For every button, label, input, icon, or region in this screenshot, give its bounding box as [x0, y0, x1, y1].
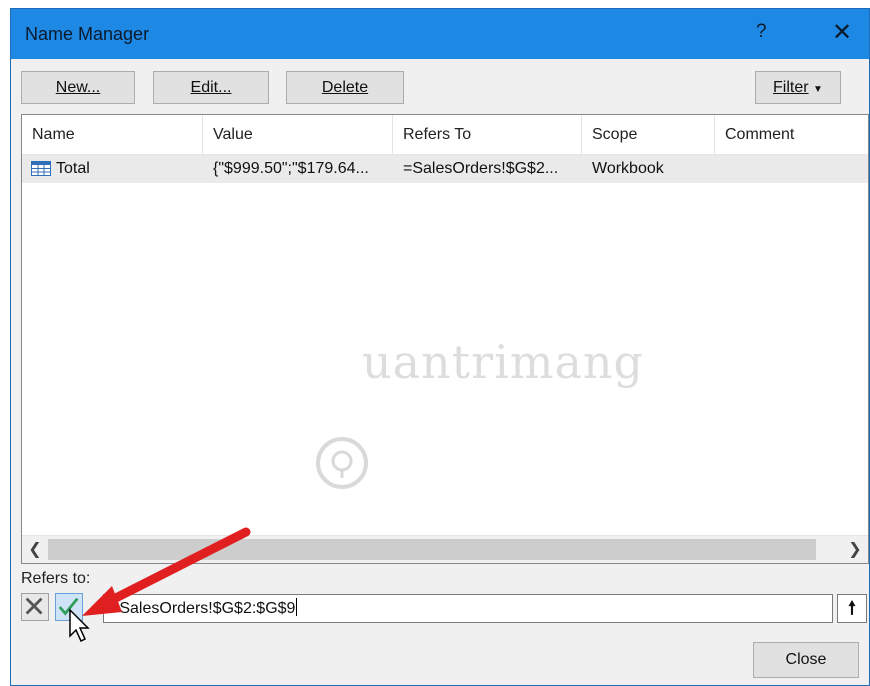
- scroll-right-icon[interactable]: ❯: [842, 536, 868, 563]
- edit-button[interactable]: Edit...: [153, 71, 269, 104]
- help-button[interactable]: ?: [756, 21, 767, 43]
- table-icon: [31, 161, 51, 176]
- new-button-label: New...: [55, 79, 101, 96]
- collapse-dialog-button[interactable]: 🠕: [837, 594, 867, 623]
- cancel-edit-button[interactable]: [21, 593, 49, 621]
- cell-comment: [725, 155, 865, 183]
- watermark-text: uantrimang: [362, 335, 644, 389]
- close-button-label: Close: [785, 651, 827, 668]
- text-caret: [296, 598, 298, 616]
- delete-button[interactable]: Delete: [286, 71, 404, 104]
- close-icon[interactable]: ✕: [827, 18, 857, 48]
- dropdown-arrow-icon: ▼: [813, 84, 823, 95]
- title-bar[interactable]: Name Manager ? ✕: [11, 9, 869, 59]
- filter-button[interactable]: Filter ▼: [755, 71, 841, 104]
- column-header-scope[interactable]: Scope: [582, 115, 715, 155]
- edit-button-label: Edit...: [190, 79, 232, 96]
- column-header-refers-to[interactable]: Refers To: [393, 115, 582, 155]
- list-header: Name Value Refers To Scope Comment: [22, 115, 868, 155]
- table-row[interactable]: Total {"$999.50";"$179.64... =SalesOrder…: [22, 155, 868, 183]
- close-button[interactable]: Close: [753, 642, 859, 678]
- cell-refers-to: =SalesOrders!$G$2...: [403, 160, 559, 177]
- new-button[interactable]: New...: [21, 71, 135, 104]
- mouse-cursor-icon: [69, 608, 90, 643]
- cell-name: Total: [56, 160, 90, 177]
- cell-value: {"$999.50";"$179.64...: [213, 160, 369, 177]
- delete-button-label: Delete: [321, 79, 369, 96]
- collapse-arrow-icon: 🠕: [848, 598, 856, 618]
- column-header-value[interactable]: Value: [203, 115, 393, 155]
- column-header-comment[interactable]: Comment: [715, 115, 868, 155]
- cancel-x-icon: [25, 597, 43, 615]
- column-header-name[interactable]: Name: [22, 115, 203, 155]
- annotation-arrow-icon: [82, 527, 251, 616]
- filter-button-label: Filter: [773, 79, 809, 96]
- names-list: Name Value Refers To Scope Comment Total…: [21, 114, 869, 564]
- scroll-left-icon[interactable]: ❮: [22, 536, 48, 563]
- watermark-logo: [316, 437, 368, 489]
- dialog-title: Name Manager: [25, 24, 150, 44]
- cell-scope: Workbook: [592, 160, 664, 177]
